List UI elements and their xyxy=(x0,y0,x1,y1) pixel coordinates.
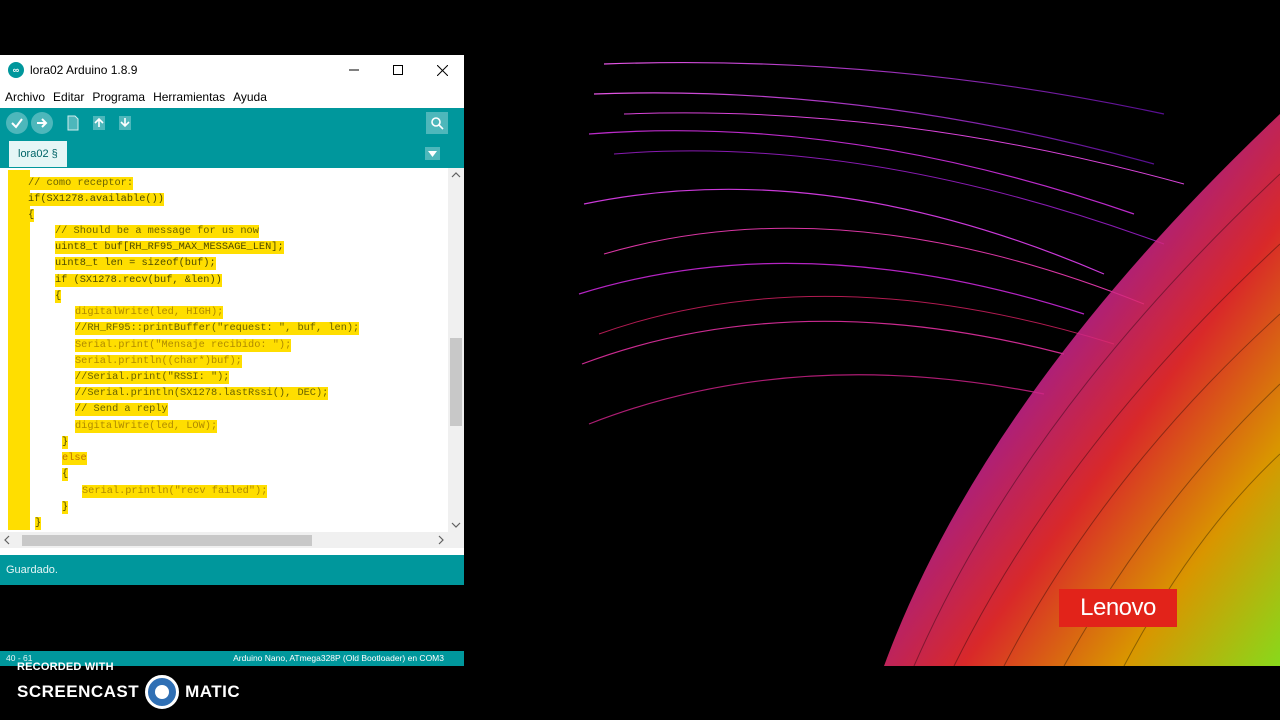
selection-highlight xyxy=(8,170,30,530)
code-line: else xyxy=(62,452,87,465)
vertical-scroll-thumb[interactable] xyxy=(450,338,462,426)
scroll-up-icon xyxy=(451,172,461,178)
new-file-icon xyxy=(67,115,79,131)
code-line: // Send a reply xyxy=(75,403,168,416)
tab-menu-button[interactable] xyxy=(425,147,440,160)
checkmark-icon xyxy=(11,118,23,129)
code-line: { xyxy=(28,209,35,222)
new-button[interactable] xyxy=(62,112,84,134)
toolbar xyxy=(0,108,464,140)
verify-button[interactable] xyxy=(6,112,28,134)
record-icon xyxy=(145,675,180,709)
close-icon xyxy=(436,64,448,76)
code-line: } xyxy=(62,501,69,514)
tab-lora02[interactable]: lora02 § xyxy=(9,141,67,167)
board-info: Arduino Nano, ATmega328P (Old Bootloader… xyxy=(233,653,444,663)
code-line: //Serial.print("RSSI: "); xyxy=(75,371,230,384)
save-button[interactable] xyxy=(114,112,136,134)
menu-bar: Archivo Editar Programa Herramientas Ayu… xyxy=(0,85,464,108)
open-arrow-up-icon xyxy=(93,116,105,130)
code-line: } xyxy=(62,436,69,449)
code-editor[interactable]: // como receptor: if(SX1278.available())… xyxy=(0,168,448,532)
minimize-icon xyxy=(349,69,359,71)
code-line: if(SX1278.available()) xyxy=(28,193,164,206)
save-arrow-down-icon xyxy=(119,116,131,130)
arduino-app-icon: ∞ xyxy=(8,62,24,78)
code-line: //Serial.println(SX1278.lastRssi(), DEC)… xyxy=(75,387,329,400)
console-output[interactable] xyxy=(0,585,464,651)
watermark-left-text: SCREENCAST xyxy=(17,682,140,701)
upload-button[interactable] xyxy=(31,112,53,134)
code-line: // como receptor: xyxy=(28,177,134,190)
menu-programa[interactable]: Programa xyxy=(92,90,145,104)
code-line: Serial.println((char*)buf); xyxy=(75,355,242,368)
code-line: digitalWrite(led, LOW); xyxy=(75,420,218,433)
horizontal-scrollbar[interactable] xyxy=(0,532,448,548)
magnifier-icon xyxy=(431,117,444,130)
scroll-right-icon xyxy=(438,535,444,545)
arrow-right-icon xyxy=(37,118,48,128)
code-line: } xyxy=(35,517,42,530)
code-line: //RH_RF95::printBuffer("request: ", buf,… xyxy=(75,322,360,335)
window-title: lora02 Arduino 1.8.9 xyxy=(30,63,138,77)
code-line: // Should be a message for us now xyxy=(55,225,259,238)
status-message: Guardado. xyxy=(6,564,58,576)
menu-editar[interactable]: Editar xyxy=(53,90,84,104)
title-bar[interactable]: ∞ lora02 Arduino 1.8.9 xyxy=(0,55,464,85)
tab-bar: lora02 § xyxy=(0,140,464,168)
code-line: { xyxy=(62,468,69,481)
code-line: Serial.print("Mensaje recibido: "); xyxy=(75,339,292,352)
recorded-with-label: RECORDED WITH xyxy=(17,661,114,673)
horizontal-scroll-thumb[interactable] xyxy=(22,535,312,546)
chevron-down-icon xyxy=(428,150,437,157)
maximize-icon xyxy=(393,65,403,75)
arduino-ide-window: ∞ lora02 Arduino 1.8.9 Archivo Editar Pr… xyxy=(0,55,464,666)
menu-ayuda[interactable]: Ayuda xyxy=(233,90,267,104)
menu-archivo[interactable]: Archivo xyxy=(5,90,45,104)
code-line: digitalWrite(led, HIGH); xyxy=(75,306,224,319)
scroll-left-icon xyxy=(4,535,10,545)
close-button[interactable] xyxy=(420,55,464,85)
watermark-right-text: MATIC xyxy=(185,682,241,701)
screencast-watermark: SCREENCAST MATIC xyxy=(17,675,241,709)
desktop-wallpaper: Lenovo xyxy=(464,54,1280,666)
maximize-button[interactable] xyxy=(376,55,420,85)
serial-monitor-button[interactable] xyxy=(426,112,448,134)
vertical-scrollbar[interactable] xyxy=(448,168,464,532)
code-line: { xyxy=(55,290,62,303)
open-button[interactable] xyxy=(88,112,110,134)
code-line: if (SX1278.recv(buf, &len)) xyxy=(55,274,222,287)
lenovo-logo: Lenovo xyxy=(1059,589,1177,627)
feather-image xyxy=(578,61,1280,666)
scrollbar-corner xyxy=(448,532,464,548)
minimize-button[interactable] xyxy=(332,55,376,85)
menu-herramientas[interactable]: Herramientas xyxy=(153,90,225,104)
status-bar: Guardado. xyxy=(0,555,464,585)
code-line: uint8_t len = sizeof(buf); xyxy=(55,257,216,270)
scroll-down-icon xyxy=(451,522,461,528)
code-line: Serial.println("recv failed"); xyxy=(82,485,268,498)
code-line: uint8_t buf[RH_RF95_MAX_MESSAGE_LEN]; xyxy=(55,241,284,254)
